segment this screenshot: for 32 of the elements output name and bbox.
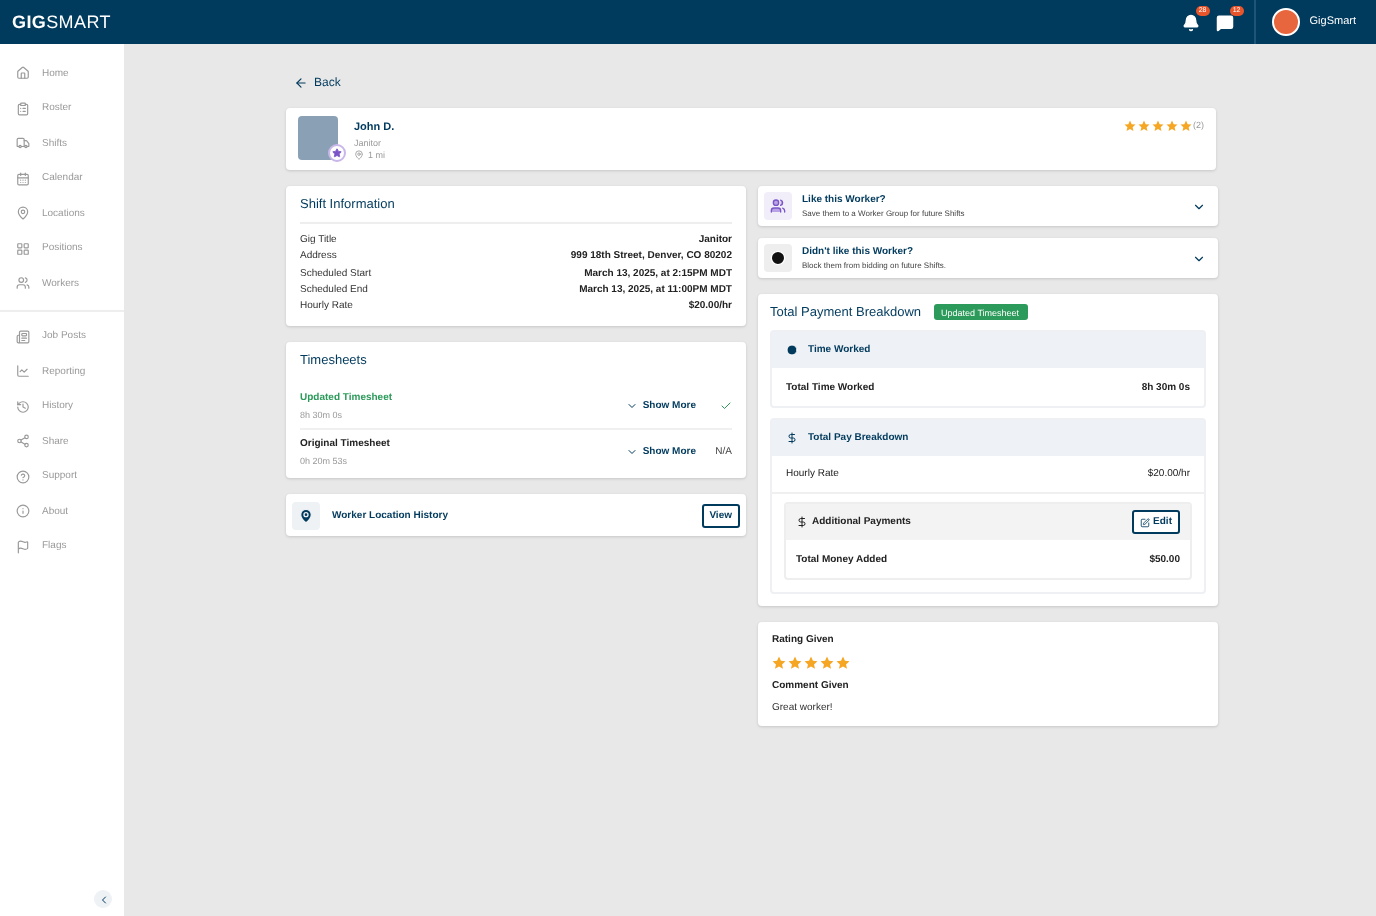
arrow-left-icon xyxy=(294,76,308,90)
collapse-button[interactable] xyxy=(94,890,112,908)
map-pin-icon xyxy=(16,206,30,221)
help-icon xyxy=(16,469,30,484)
people-icon xyxy=(16,276,30,291)
chevron-down-icon xyxy=(1192,199,1206,213)
line-chart-icon xyxy=(16,364,30,379)
bell-icon[interactable] xyxy=(1181,13,1200,31)
newspaper-icon xyxy=(16,329,30,344)
clipboard-icon xyxy=(16,101,30,116)
check-icon xyxy=(720,400,732,413)
chevron-left-icon xyxy=(97,893,109,905)
flag-icon xyxy=(16,539,30,554)
avatar[interactable] xyxy=(1271,8,1300,36)
star-badge-icon xyxy=(328,144,346,162)
history-icon xyxy=(16,399,30,414)
dollar-icon xyxy=(786,432,798,444)
home-icon xyxy=(16,66,30,81)
chevron-down-icon xyxy=(626,446,639,459)
truck-icon xyxy=(16,136,30,151)
chevron-down-icon xyxy=(1192,251,1206,265)
info-icon xyxy=(16,504,30,519)
map-pin-icon xyxy=(292,501,320,530)
grid-icon xyxy=(16,241,30,256)
calendar-icon xyxy=(16,171,30,186)
chat-icon[interactable] xyxy=(1215,13,1234,31)
group-icon xyxy=(764,192,792,220)
gigsmart-logo: GIGSMART xyxy=(12,12,111,32)
edit-icon xyxy=(1139,517,1150,527)
share-icon xyxy=(16,434,30,449)
dollar-icon xyxy=(796,516,808,528)
chevron-down-icon xyxy=(626,400,639,413)
